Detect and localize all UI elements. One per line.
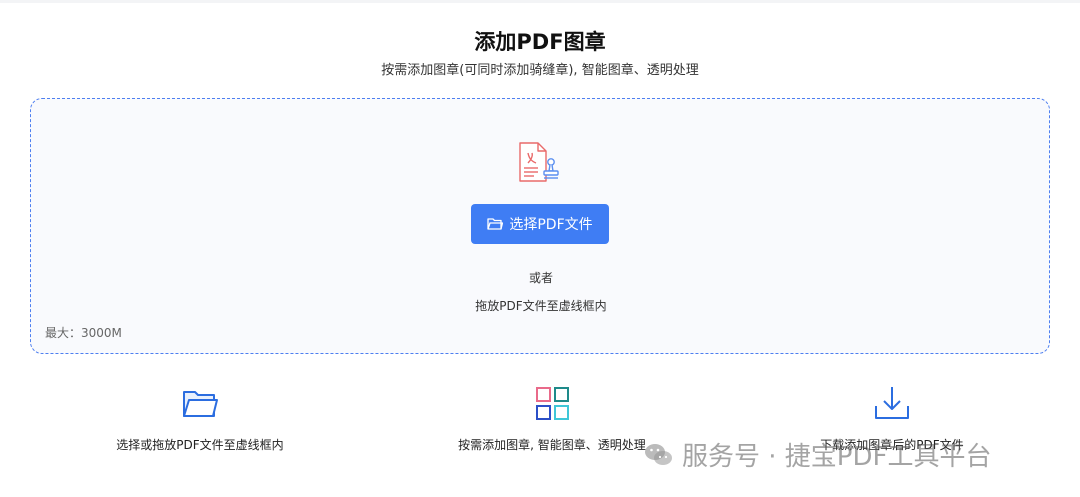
max-size-text: 最大：3000M xyxy=(45,326,122,340)
grid-icon xyxy=(536,387,569,420)
folder-icon xyxy=(183,391,218,417)
watermark: 服务号 · 捷宝PDF工具平台 xyxy=(644,436,991,473)
pdf-stamp-icon xyxy=(519,142,559,182)
file-dropzone[interactable]: 选择PDF文件 或者 拖放PDF文件至虚线框内 最大：3000M xyxy=(30,98,1050,354)
top-strip xyxy=(0,0,1080,3)
page-subtitle: 按需添加图章(可同时添加骑缝章), 智能图章、透明处理 xyxy=(381,63,699,78)
wechat-icon xyxy=(645,443,672,465)
feature-select-file: 选择或拖放PDF文件至虚线框内 xyxy=(20,384,380,453)
feature-label: 选择或拖放PDF文件至虚线框内 xyxy=(116,438,284,452)
folder-open-icon xyxy=(487,218,504,230)
download-icon xyxy=(875,387,909,419)
watermark-text: 服务号 · 捷宝PDF工具平台 xyxy=(682,442,992,472)
select-pdf-button-label: 选择PDF文件 xyxy=(509,217,593,233)
select-pdf-button[interactable]: 选择PDF文件 xyxy=(471,204,609,244)
drag-hint-text: 拖放PDF文件至虚线框内 xyxy=(475,299,607,313)
page-title: 添加PDF图章 xyxy=(474,30,606,54)
or-text: 或者 xyxy=(528,271,553,285)
